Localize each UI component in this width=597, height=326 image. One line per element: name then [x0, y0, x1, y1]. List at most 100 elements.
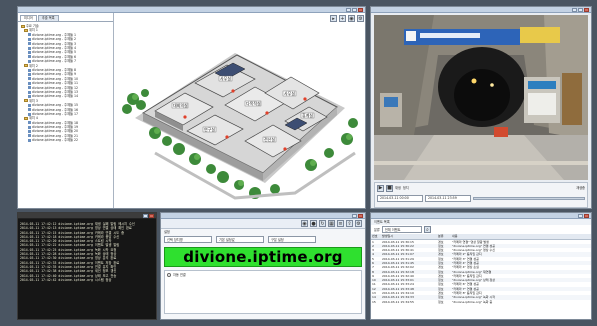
maximize-button[interactable] [578, 7, 583, 12]
camera-icon [28, 90, 31, 94]
event-window: 이벤트 목록 분류 전체 이벤트 ⌕ 번호 발생일시 분류 내용 1 2014-0… [370, 212, 592, 320]
room-label[interactable]: 사무실 [220, 75, 231, 81]
end-time-field[interactable]: 2014-03-11 23:59 [425, 195, 471, 202]
play-label: 재생 [395, 186, 401, 191]
filter-label: 분류 [374, 227, 380, 232]
camera-icon [28, 125, 31, 129]
video-window-titlebar [371, 7, 591, 13]
camera-icon [28, 59, 31, 63]
camera-icon [28, 42, 31, 46]
start-time-field[interactable]: 2014-03-11 00:00 [377, 195, 423, 202]
layout-icon[interactable]: ▦ [328, 220, 335, 227]
settings-option-area: 자동 연결 [164, 270, 362, 315]
play-icon[interactable]: ▶ [377, 185, 384, 192]
stop-label: 정지 [402, 186, 409, 191]
3d-floor-plan[interactable]: 대회의실 사무실 다목적실 사무실 연구실 전산실 휴게실 [115, 13, 366, 209]
minimize-button[interactable] [352, 213, 357, 218]
camera-icon [28, 138, 31, 142]
table-row[interactable]: 15 2014-03-11 15:34:55 정보 "divione.iptime.o… [371, 300, 591, 304]
minimize-button[interactable] [143, 213, 148, 218]
camera-icon [28, 134, 31, 138]
camera-icon[interactable]: ◉ [301, 220, 308, 227]
folder-icon [24, 64, 28, 68]
tab-media[interactable]: 미디어 [20, 15, 37, 21]
tree-item-label: divione.iptime.org - 주체들 17 [32, 111, 79, 116]
event-table: 번호 발생일시 분류 내용 1 2014-03-11 15:30:15 경보 "카메라… [371, 234, 591, 304]
filter-select[interactable]: 전체 이벤트 [381, 226, 422, 234]
tree-item-label: divione.iptime.org - 주체들 22 [32, 138, 79, 143]
search-icon[interactable]: ⌕ [423, 226, 431, 234]
export-icon[interactable]: ⇪ [346, 220, 353, 227]
camera-icon [28, 55, 31, 59]
room-label[interactable]: 전산실 [264, 136, 275, 142]
close-button[interactable] [358, 7, 363, 12]
maximize-button[interactable] [352, 7, 357, 12]
refresh-icon[interactable]: ↻ [319, 220, 326, 227]
playback-controls: ▶ ■ 재생 정지 재생중 2014-03-11 00:00 2014-03-1… [374, 182, 588, 208]
room-label[interactable]: 다목적실 [246, 100, 261, 106]
device-tree-pane: 미디어 추출 목록 주요 기술 위치 1 divione.iptime.org - … [18, 13, 114, 208]
room-label[interactable]: 연구실 [204, 126, 215, 132]
camera-icon [28, 94, 31, 98]
map-view: ▸ + ◉ ⚙ 대회의실 사무실 다목적실 사무실 연구실 전산실 휴게실 [115, 13, 366, 209]
server-banner: divione.iptime.org [164, 247, 362, 268]
minimize-button[interactable] [578, 213, 583, 218]
room-label[interactable]: 사무실 [284, 90, 295, 96]
camera-icon [28, 130, 31, 134]
camera-icon [28, 86, 31, 90]
close-button[interactable] [584, 213, 589, 218]
camera-icon [28, 33, 31, 37]
settings-tool-icon[interactable]: ⚙ [357, 15, 364, 22]
server-banner-text: divione.iptime.org [183, 248, 343, 267]
tree-item-camera[interactable]: divione.iptime.org - 주체들 22 [21, 138, 111, 142]
folder-icon [24, 29, 28, 33]
camera-tool-icon[interactable]: ◉ [348, 15, 355, 22]
camera-icon [28, 108, 31, 112]
log-row: 2014-03-11 17:42:42 divione.iptime.org 시… [20, 277, 112, 282]
select-tool-icon[interactable]: ▸ [330, 15, 337, 22]
camera-icon [28, 121, 31, 125]
camera-icon [28, 51, 31, 55]
record-icon[interactable]: ● [310, 220, 317, 227]
zoom-tool-icon[interactable]: + [339, 15, 346, 22]
room-label[interactable]: 휴게실 [302, 112, 313, 118]
close-button[interactable] [149, 213, 154, 218]
tree-item-label: divione.iptime.org - 주체들 14 [32, 94, 79, 99]
settings-toolbar: ◉ ● ↻ ▦ ≡ ⇪ ⚙ [161, 219, 365, 229]
table-cell: 15 [372, 299, 376, 304]
settings-window: ◉ ● ↻ ▦ ≡ ⇪ ⚙ 설정 선택 장치명 기본 설정값 구분 설정 div… [160, 212, 366, 320]
category-select[interactable]: 구분 설정 [268, 236, 316, 244]
room-label[interactable]: 대회의실 [173, 102, 188, 108]
auto-connect-label: 자동 연결 [173, 273, 186, 278]
camera-icon [28, 46, 31, 50]
timeline-slider[interactable] [473, 197, 585, 200]
tree-item-label: divione.iptime.org - 주체들 7 [32, 59, 76, 64]
camera-icon [28, 77, 31, 81]
tab-extract-list[interactable]: 추출 목록 [37, 15, 59, 21]
folder-icon [24, 116, 28, 120]
minimize-button[interactable] [572, 7, 577, 12]
camera-icon [28, 72, 31, 76]
stop-icon[interactable]: ■ [386, 185, 393, 192]
minimize-button[interactable] [346, 7, 351, 12]
camera-icon [28, 112, 31, 116]
desktop: 미디어 추출 목록 주요 기술 위치 1 divione.iptime.org - … [0, 0, 597, 326]
video-feed[interactable] [374, 15, 588, 180]
default-value-select[interactable]: 기본 설정값 [216, 236, 264, 244]
auto-connect-radio[interactable] [167, 273, 171, 278]
camera-icon [28, 103, 31, 107]
device-select[interactable]: 선택 장치명 [164, 236, 212, 244]
camera-icon [28, 81, 31, 85]
settings-combos: 선택 장치명 기본 설정값 구분 설정 [161, 235, 365, 244]
log-list: 2014-03-11 17:42:12 divione.iptime.org 재… [18, 219, 156, 285]
camera-icon [28, 37, 31, 41]
folder-icon [21, 24, 25, 28]
close-button[interactable] [584, 7, 589, 12]
settings-icon[interactable]: ⚙ [355, 220, 362, 227]
status-badge: 재생중 [576, 186, 585, 191]
list-icon[interactable]: ≡ [337, 220, 344, 227]
table-cell: 2014-03-11 15:34:55 [382, 299, 414, 304]
event-filter-bar: 분류 전체 이벤트 ⌕ [371, 225, 591, 234]
close-button[interactable] [358, 213, 363, 218]
device-tree: 주요 기술 위치 1 divione.iptime.org - 주체들 1 divio… [18, 21, 113, 143]
